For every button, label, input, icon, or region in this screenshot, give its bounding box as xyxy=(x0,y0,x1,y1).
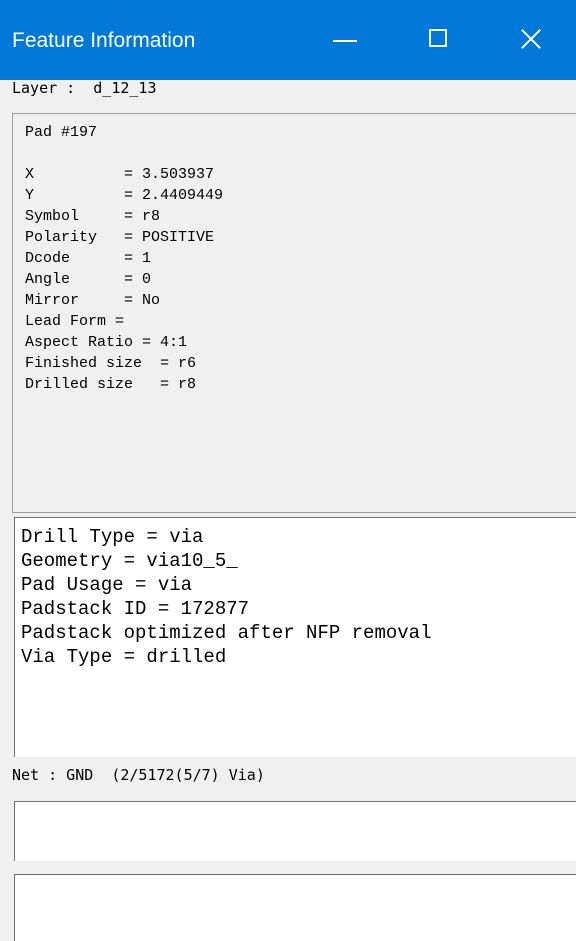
prop-angle: Angle = 0 xyxy=(25,271,152,288)
prop-drilled-size: Drilled size = r8 xyxy=(25,376,197,393)
window-title: Feature Information xyxy=(12,29,196,52)
attr-padstack-id: Padstack ID = 172877 xyxy=(21,598,250,620)
attr-pad-usage: Pad Usage = via xyxy=(21,574,193,596)
maximize-icon xyxy=(429,29,447,47)
title-bar[interactable]: Feature Information xyxy=(0,0,576,80)
attr-drill-type: Drill Type = via xyxy=(21,526,204,548)
prop-polarity: Polarity = POSITIVE xyxy=(25,229,215,246)
prop-aspect-ratio: Aspect Ratio = 4:1 xyxy=(25,334,188,351)
feature-properties-panel[interactable]: Pad #197 X = 3.503937 Y = 2.4409449 Symb… xyxy=(12,113,576,513)
net-detail-box[interactable] xyxy=(14,801,576,861)
extra-info-box[interactable] xyxy=(14,874,576,941)
prop-x: X = 3.503937 xyxy=(25,166,215,183)
prop-mirror: Mirror = No xyxy=(25,292,161,309)
close-button[interactable] xyxy=(484,0,576,80)
prop-finished-size: Finished size = r6 xyxy=(25,355,197,372)
prop-y: Y = 2.4409449 xyxy=(25,187,224,204)
attr-via-type: Via Type = drilled xyxy=(21,646,227,668)
attr-padstack-optimized: Padstack optimized after NFP removal xyxy=(21,622,432,644)
attributes-text: Drill Type = via Geometry = via10_5_ Pad… xyxy=(21,525,431,669)
attributes-panel[interactable]: Drill Type = via Geometry = via10_5_ Pad… xyxy=(14,517,576,757)
prop-dcode: Dcode = 1 xyxy=(25,250,152,267)
attr-geometry: Geometry = via10_5_ xyxy=(21,550,238,572)
layer-label: Layer : d_12_13 xyxy=(12,79,157,97)
prop-lead-form: Lead Form = xyxy=(25,313,125,330)
net-label: Net : GND (2/5172(5/7) Via) xyxy=(12,766,265,784)
feature-properties-text: Pad #197 X = 3.503937 Y = 2.4409449 Symb… xyxy=(25,122,223,395)
minimize-icon xyxy=(333,40,357,42)
feature-header: Pad #197 xyxy=(25,124,98,141)
maximize-button[interactable] xyxy=(392,0,484,80)
prop-symbol: Symbol = r8 xyxy=(25,208,161,225)
close-icon xyxy=(520,28,542,50)
minimize-button[interactable] xyxy=(300,0,392,80)
